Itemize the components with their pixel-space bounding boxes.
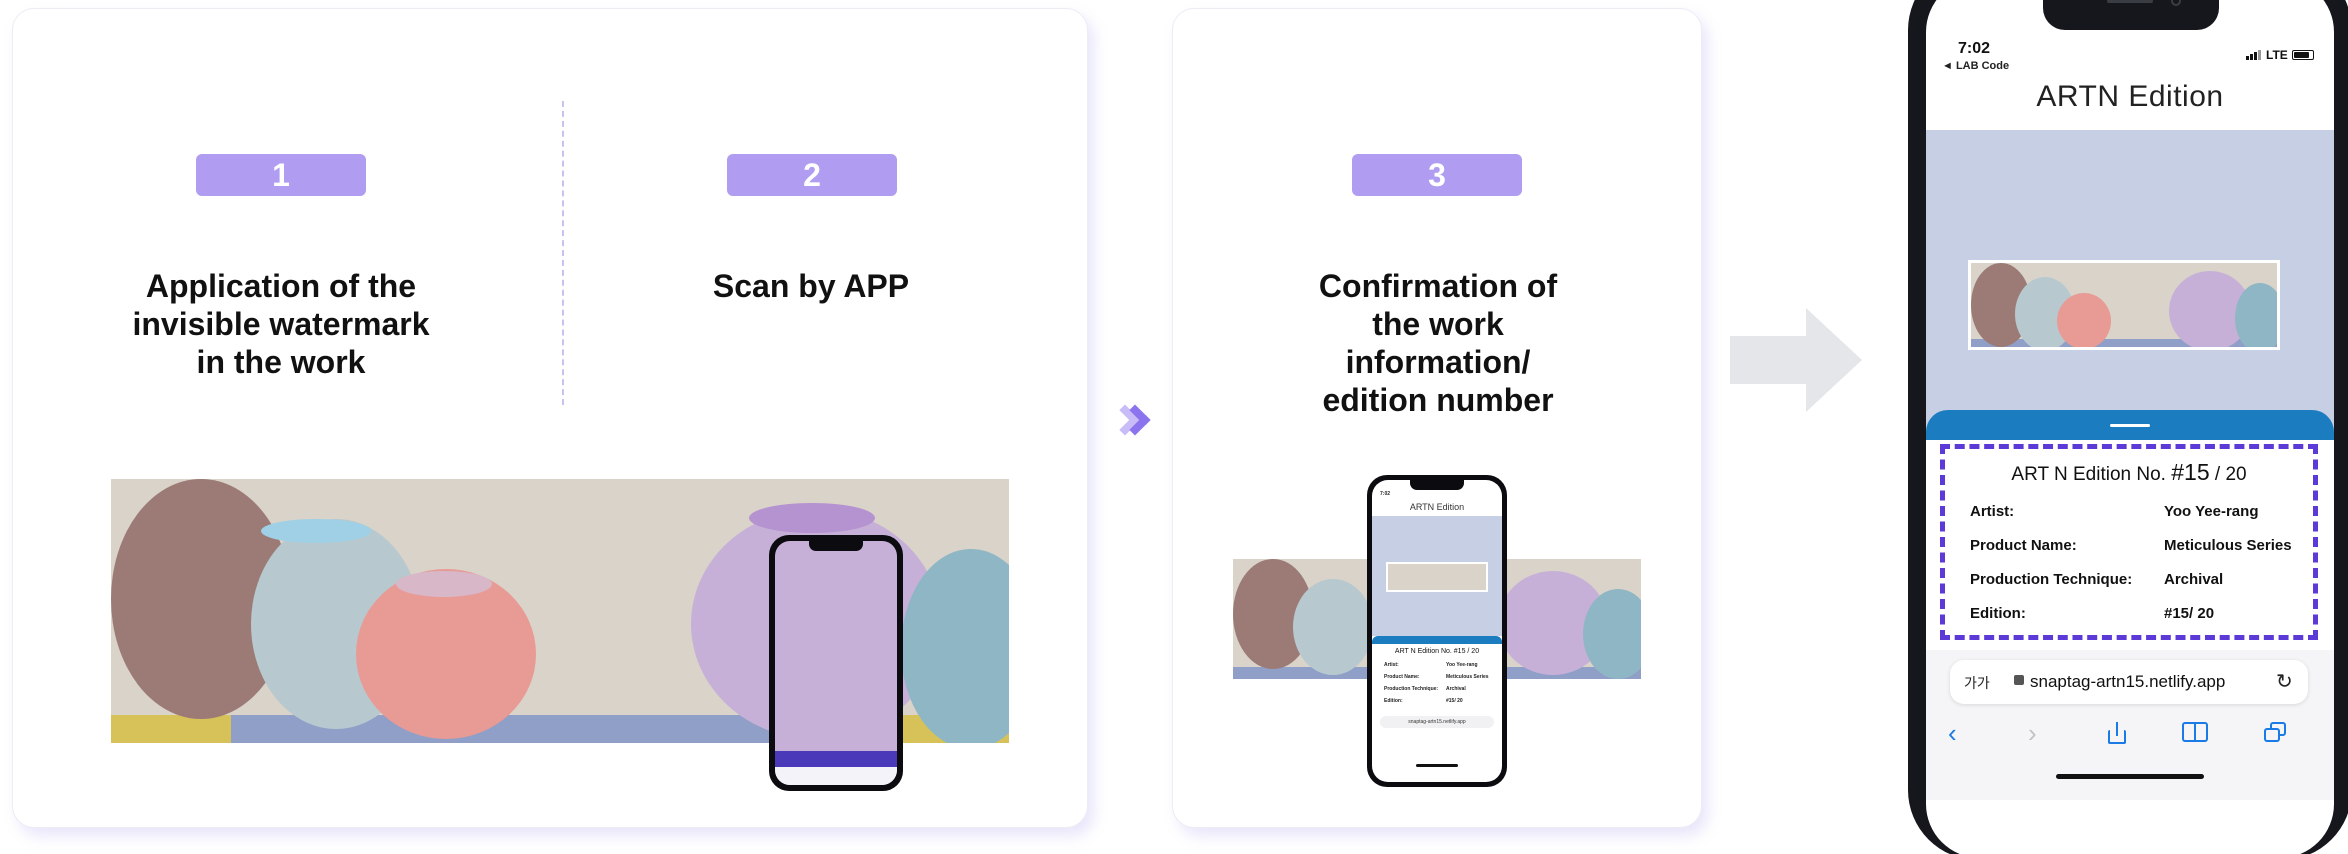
step-3-card: 3 Confirmation of the work information/ …: [1172, 8, 1702, 828]
mini-phone-time: 7:02: [1380, 491, 1391, 497]
phone-notch: [2043, 0, 2219, 30]
bookmarks-icon[interactable]: [2182, 722, 2208, 742]
technique-label: Production Technique:: [1970, 571, 2133, 588]
arrow-right-icon: [1730, 308, 1862, 412]
step-2-title: Scan by APP: [712, 268, 910, 304]
scanning-phone-notch: [809, 541, 863, 551]
lock-icon: [2014, 675, 2024, 685]
tabs-icon[interactable]: [2264, 722, 2286, 742]
artist-value: Yoo Yee-rang: [2164, 503, 2259, 520]
steps-1-2-card: 1 Application of the invisible watermark…: [12, 8, 1088, 828]
step-1-badge: 1: [196, 154, 366, 196]
scanning-phone: [769, 535, 903, 791]
site-brand-title: ARTN Edition: [2036, 80, 2224, 113]
step-divider: [562, 101, 564, 405]
network-type: LTE: [2266, 48, 2288, 62]
status-time: 7:02: [1958, 40, 1991, 57]
step-3-badge: 3: [1352, 154, 1522, 196]
product-name-label: Product Name:: [1970, 537, 2077, 554]
reload-icon[interactable]: ↻: [2276, 669, 2293, 694]
back-icon[interactable]: ‹: [1948, 718, 1957, 749]
product-name-value: Meticulous Series: [2164, 537, 2292, 554]
painting-vase-pink-rim: [396, 571, 492, 597]
step-1-title: Application of the invisible watermark i…: [132, 268, 430, 380]
mini-phone-brand: ARTN Edition: [1409, 502, 1465, 512]
mini-phone-url-bar: snaptag-artn15.netlify.app: [1380, 716, 1494, 728]
home-indicator: [2056, 774, 2204, 779]
artist-label: Artist:: [1970, 503, 2015, 520]
edition-value: #15/ 20: [2164, 605, 2215, 622]
result-phone: 7:02 ◄ LAB Code LTE ARTN Edition ART N E…: [1908, 0, 2348, 854]
confirmation-phone-screen: 7:02 ARTN Edition ART N Edition No. #15 …: [1372, 480, 1502, 782]
text-size-button[interactable]: 가가: [1964, 673, 1990, 693]
share-icon[interactable]: [2106, 722, 2128, 744]
scanning-phone-screen: [775, 541, 897, 785]
artwork-preview-area: [1926, 130, 2334, 440]
url-text: snaptag-artn15.netlify.app: [2030, 672, 2226, 691]
edition-label: Edition:: [1970, 605, 2026, 622]
edition-heading: ART N Edition No. #15 / 20: [2011, 459, 2247, 485]
battery-icon: [2292, 50, 2314, 60]
painting-vase-blue-rim: [261, 519, 371, 543]
scanning-phone-toolbar: [775, 751, 897, 767]
address-bar[interactable]: 가가 snaptag-artn15.netlify.app ↻: [1950, 660, 2308, 704]
mini-phone-artwork-area: [1372, 516, 1502, 636]
result-phone-screen: 7:02 ◄ LAB Code LTE ARTN Edition ART N E…: [1926, 0, 2334, 854]
artwork-preview: [1968, 260, 2280, 350]
forward-icon[interactable]: ›: [2028, 718, 2037, 749]
back-to-app-link[interactable]: ◄ LAB Code: [1942, 60, 2009, 72]
step-2-badge: 2: [727, 154, 897, 196]
edition-info-panel: ART N Edition No. #15 / 20 Artist: Yoo Y…: [1940, 444, 2318, 640]
technique-value: Archival: [2164, 571, 2224, 588]
confirmation-phone: 7:02 ARTN Edition ART N Edition No. #15 …: [1367, 475, 1507, 787]
browser-chrome: 가가 snaptag-artn15.netlify.app ↻ ‹ ›: [1926, 650, 2334, 800]
painting-vase-lilac-rim: [749, 503, 875, 533]
signal-icon: [2246, 50, 2262, 60]
sheet-handle-bar[interactable]: [1926, 410, 2334, 440]
step-3-title: Confirmation of the work information/ ed…: [1318, 268, 1558, 418]
mini-phone-edition-heading: ART N Edition No. #15 / 20: [1394, 648, 1480, 655]
scanning-phone-tabbar: [775, 767, 897, 785]
painting-table-left: [111, 715, 231, 743]
